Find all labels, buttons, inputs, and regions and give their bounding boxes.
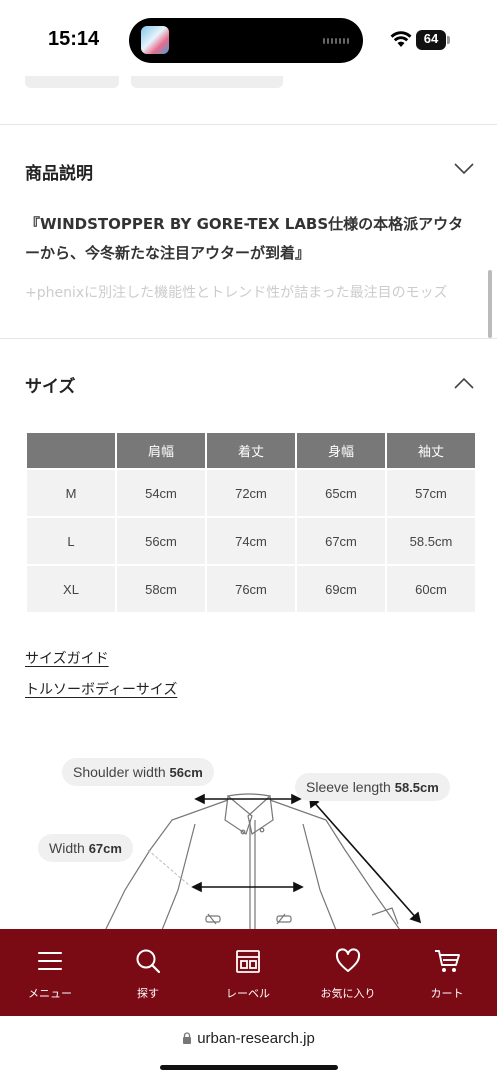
description-text-faded: +phenixに別注した機能性とトレンド性が詰まった最注目のモッズ: [25, 285, 448, 301]
url-text: urban-research.jp: [197, 1030, 315, 1047]
table-header: 着丈: [207, 433, 295, 468]
measurement-diagram: Shoulder width 56cm Sleeve length 58.5cm…: [0, 740, 497, 935]
table-cell: 76cm: [207, 566, 295, 612]
sleeve-length-label: Sleeve length 58.5cm: [295, 773, 450, 801]
size-heading[interactable]: サイズ: [25, 372, 76, 397]
table-cell: 67cm: [297, 518, 385, 564]
size-table: 肩幅 着丈 身幅 袖丈 M 54cm 72cm 65cm 57cm L 56cm…: [25, 431, 477, 614]
width-label: Width 67cm: [38, 834, 133, 862]
size-guide-link[interactable]: サイズガイド: [25, 648, 109, 668]
table-header: [27, 433, 115, 468]
table-row: L 56cm 74cm 67cm 58.5cm: [27, 518, 475, 564]
shoulder-width-text: Shoulder width: [73, 764, 166, 780]
table-header-row: 肩幅 着丈 身幅 袖丈: [27, 433, 475, 468]
table-cell: XL: [27, 566, 115, 612]
wifi-icon: [390, 31, 412, 47]
clipped-tab: [131, 76, 283, 88]
table-cell: 58cm: [117, 566, 205, 612]
width-text: Width: [49, 840, 85, 856]
nav-label: お気に入り: [320, 987, 376, 1000]
menu-icon: [38, 952, 62, 970]
nav-favorites-button[interactable]: お気に入り: [308, 929, 388, 1016]
shoulder-width-value: 56cm: [169, 765, 203, 780]
nav-label: カート: [430, 987, 464, 1000]
sleeve-length-text: Sleeve length: [306, 779, 391, 795]
table-header: 袖丈: [387, 433, 475, 468]
table-cell: 60cm: [387, 566, 475, 612]
nav-label-button[interactable]: レーベル: [208, 929, 288, 1016]
nav-label: 探す: [137, 987, 159, 1000]
browser-url-bar[interactable]: urban-research.jp: [0, 1016, 497, 1080]
store-icon: [236, 950, 260, 973]
url-display[interactable]: urban-research.jp: [0, 1030, 497, 1047]
sleeve-length-value: 58.5cm: [394, 780, 439, 795]
table-cell: M: [27, 470, 115, 516]
battery-level: 64: [423, 31, 439, 46]
table-cell: 72cm: [207, 470, 295, 516]
table-cell: 69cm: [297, 566, 385, 612]
bottom-nav: メニュー 探す レーベル お気に入り カート: [0, 929, 497, 1016]
description-text: 『WINDSTOPPER BY GORE-TEX LABS仕様の本格派アウターか…: [25, 215, 464, 262]
nav-label: メニュー: [28, 987, 72, 1000]
now-playing-app-icon: [141, 26, 169, 54]
status-bar: 15:14 64: [0, 0, 497, 80]
description-heading[interactable]: 商品説明: [25, 159, 93, 184]
cart-icon: [435, 950, 460, 972]
table-header: 肩幅: [117, 433, 205, 468]
table-row: XL 58cm 76cm 69cm 60cm: [27, 566, 475, 612]
chevron-down-icon[interactable]: [453, 162, 475, 176]
scrollbar[interactable]: [488, 270, 492, 338]
table-header: 身幅: [297, 433, 385, 468]
nav-label: レーベル: [226, 987, 270, 1000]
width-value: 67cm: [88, 841, 122, 856]
section-divider: [0, 124, 497, 125]
clipped-tab: [25, 76, 119, 88]
table-cell: 58.5cm: [387, 518, 475, 564]
table-cell: 54cm: [117, 470, 205, 516]
lock-icon: [183, 1032, 192, 1044]
shoulder-width-label: Shoulder width 56cm: [62, 758, 214, 786]
table-cell: L: [27, 518, 115, 564]
search-icon: [136, 949, 161, 974]
heart-icon: [335, 948, 361, 972]
table-cell: 74cm: [207, 518, 295, 564]
home-indicator[interactable]: [160, 1065, 338, 1070]
table-cell: 57cm: [387, 470, 475, 516]
table-cell: 56cm: [117, 518, 205, 564]
battery-icon: 64: [416, 30, 450, 50]
table-cell: 65cm: [297, 470, 385, 516]
torso-body-size-link[interactable]: トルソーボディーサイズ: [25, 679, 177, 699]
table-row: M 54cm 72cm 65cm 57cm: [27, 470, 475, 516]
dynamic-island[interactable]: [129, 18, 363, 63]
audio-wave-icon: [323, 38, 349, 44]
section-divider: [0, 338, 497, 339]
nav-menu-button[interactable]: メニュー: [10, 929, 90, 1016]
status-time: 15:14: [48, 28, 100, 50]
nav-cart-button[interactable]: カート: [407, 929, 487, 1016]
nav-search-button[interactable]: 探す: [108, 929, 188, 1016]
chevron-up-icon[interactable]: [453, 376, 475, 390]
